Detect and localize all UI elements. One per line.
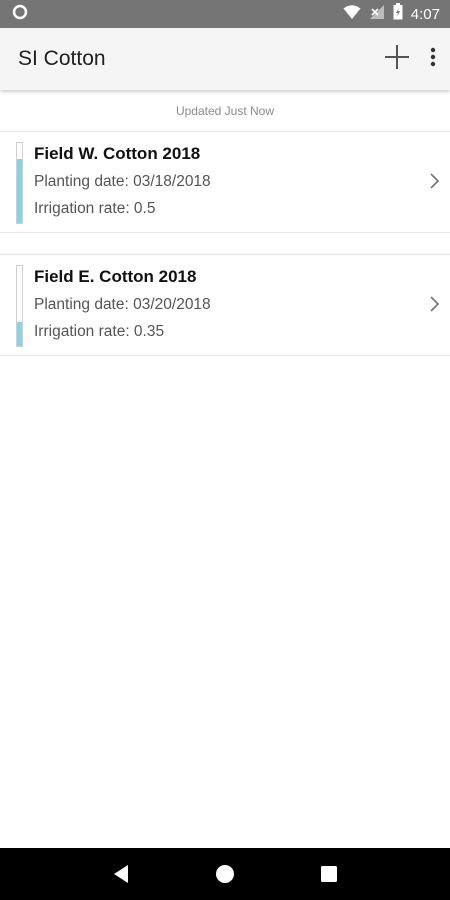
status-left [12,4,28,25]
irrigation-rate: Irrigation rate: 0.35 [34,323,165,340]
overflow-menu-icon [430,47,436,72]
field-name: Field E. Cotton 2018 [34,267,197,286]
planting-date: Planting date: 03/20/2018 [34,296,211,313]
recents-icon[interactable] [320,865,338,883]
app-title: SI Cotton [18,47,106,70]
add-icon [384,44,410,75]
level-bar [16,142,23,224]
updated-status: Updated Just Now [0,90,450,132]
app-bar: SI Cotton [0,28,450,90]
status-time: 4:07 [410,5,440,23]
status-bar: 4:07 [0,0,450,28]
field-card-east[interactable]: Field E. Cotton 2018 Planting date: 03/2… [0,255,450,356]
field-name: Field W. Cotton 2018 [34,144,201,163]
home-icon[interactable] [215,864,235,884]
planting-date: Planting date: 03/18/2018 [34,173,211,190]
field-card-west[interactable]: Field W. Cotton 2018 Planting date: 03/1… [0,132,450,233]
level-bar [16,265,23,347]
chevron-right-icon [428,172,440,195]
level-fill [17,322,22,346]
chevron-right-icon [428,295,440,318]
app-actions [384,44,436,75]
signal-icon [369,4,385,25]
card-divider [0,233,450,255]
battery-icon [393,3,403,25]
add-button[interactable] [384,44,410,75]
level-fill [17,159,22,223]
overflow-menu-button[interactable] [430,47,436,72]
status-right: 4:07 [343,3,440,25]
app-circle-icon [12,4,28,25]
irrigation-rate: Irrigation rate: 0.5 [34,200,156,217]
wifi-icon [343,4,361,25]
system-nav-bar [0,848,450,900]
back-icon[interactable] [112,864,130,884]
field-list: Updated Just Now Field W. Cotton 2018 Pl… [0,90,450,848]
